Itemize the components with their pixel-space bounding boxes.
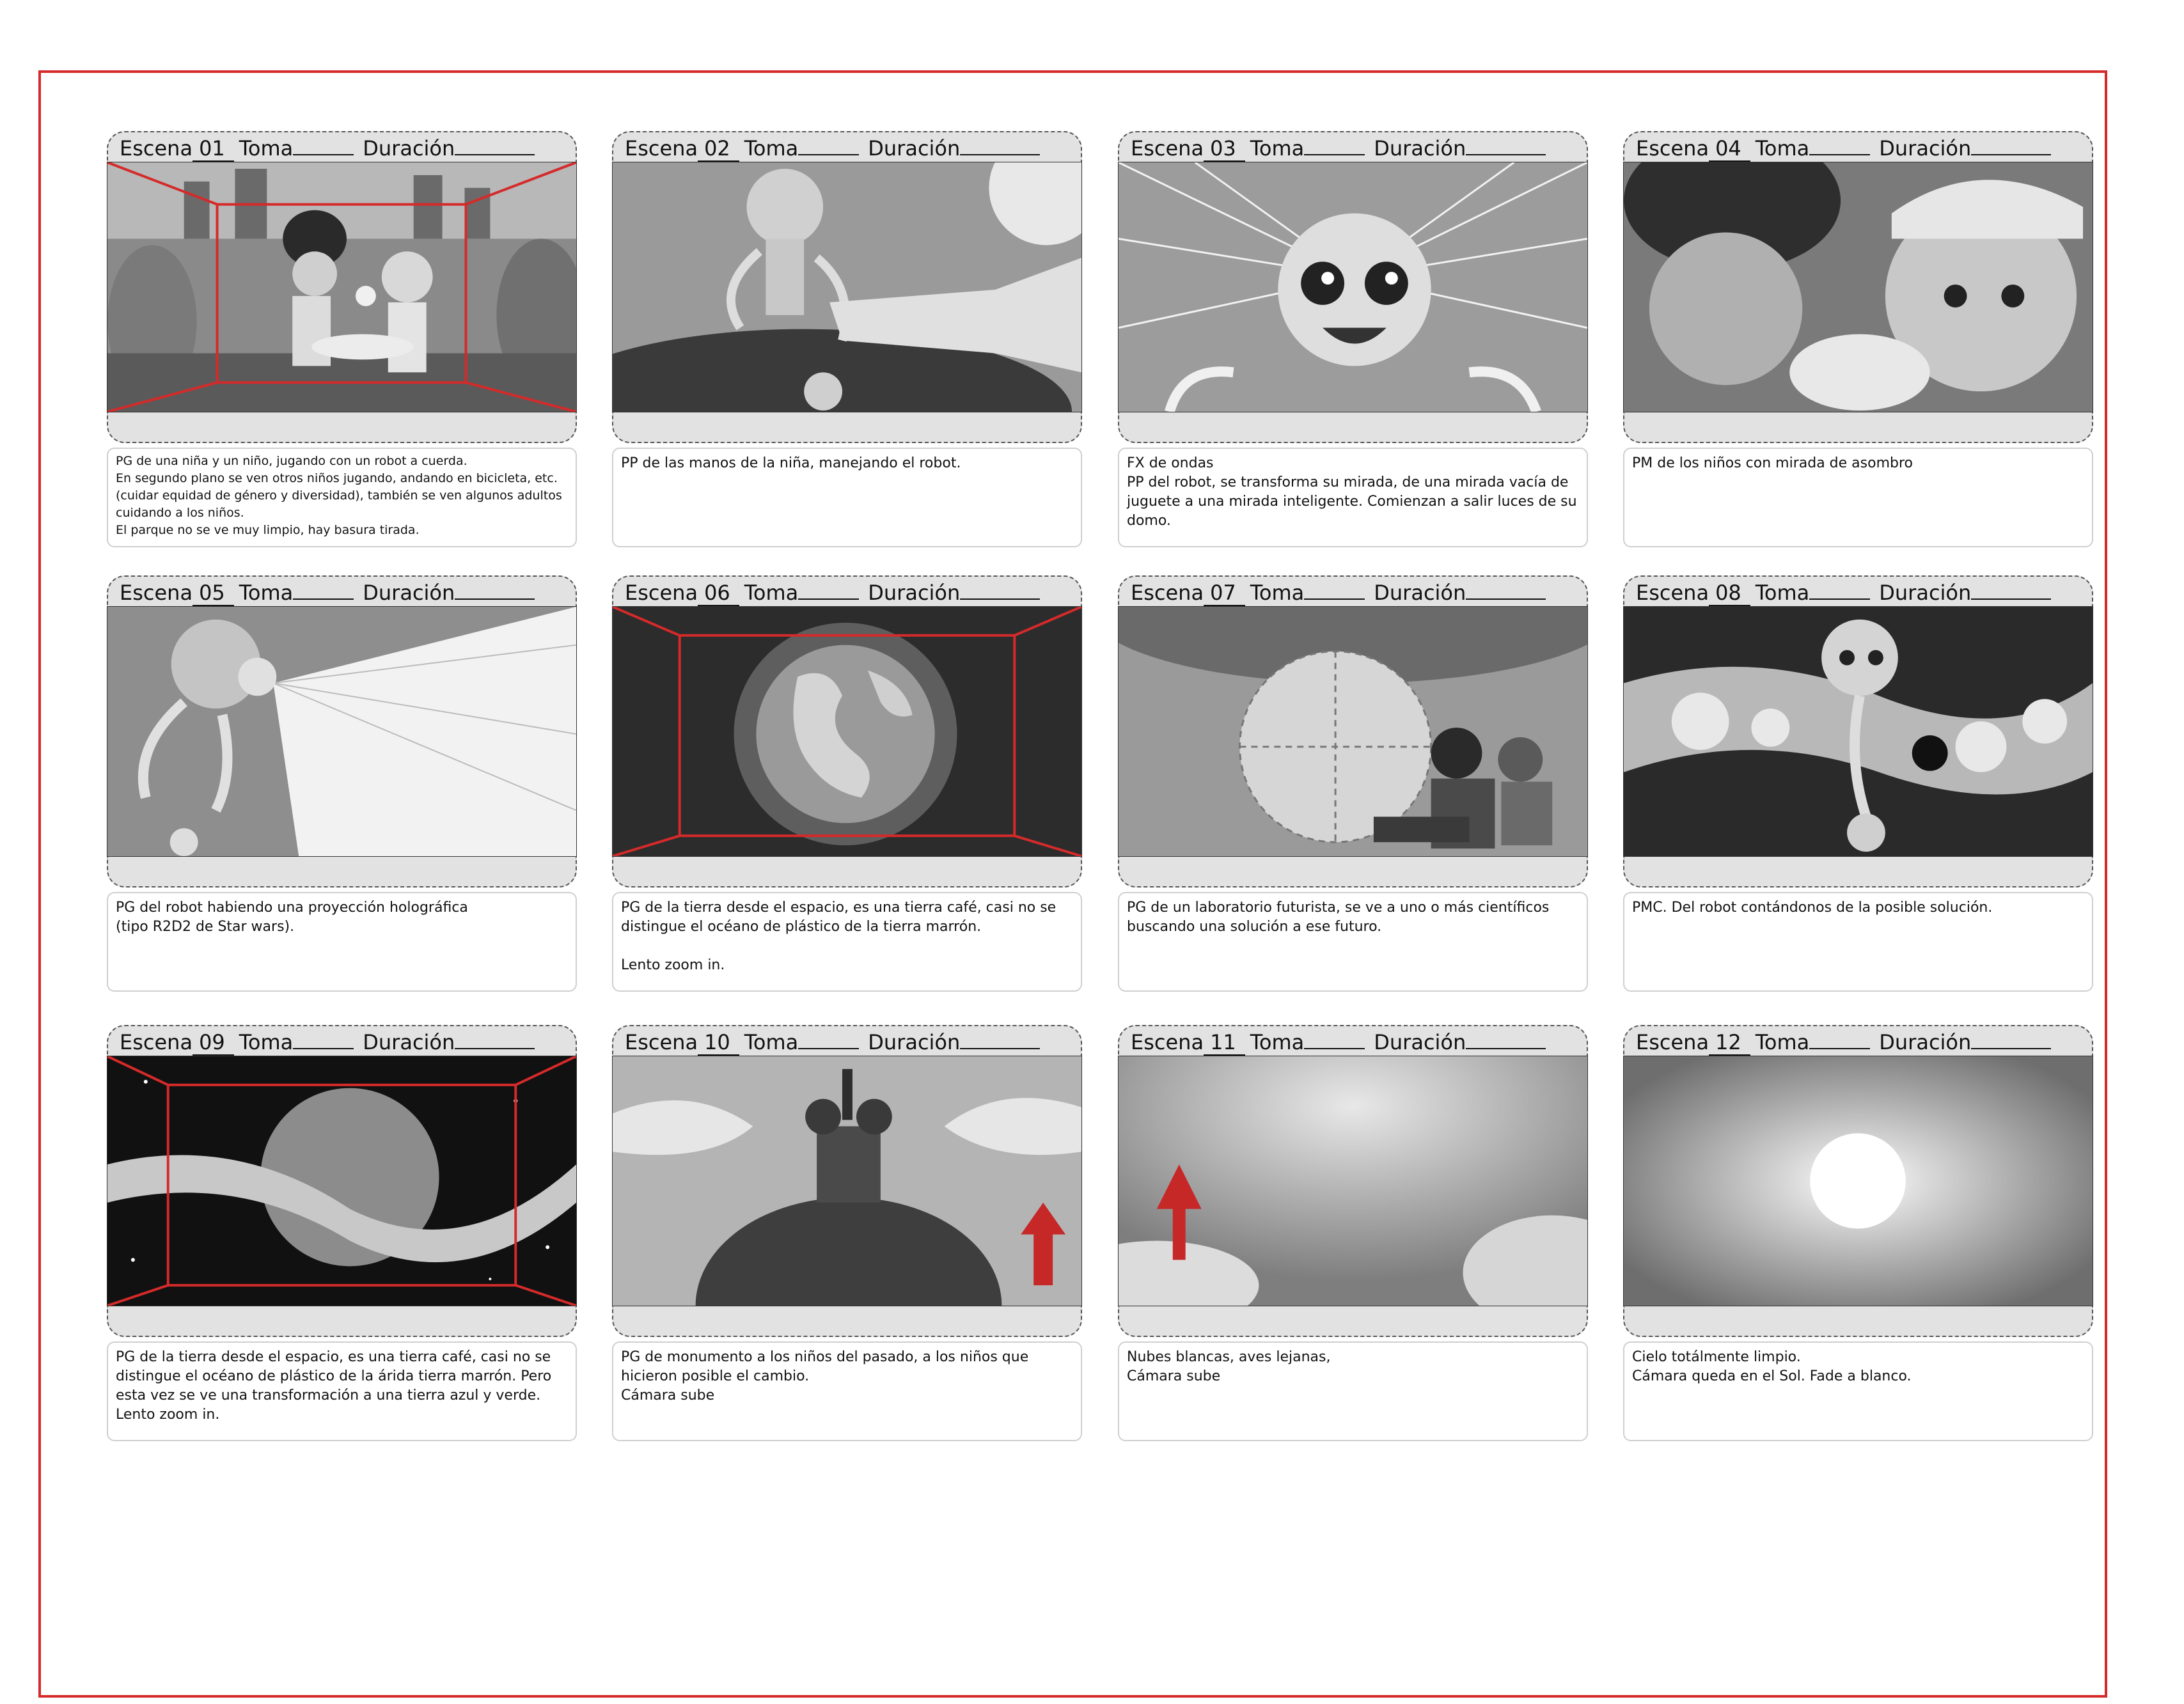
- scene-number: 04: [1709, 136, 1750, 162]
- scene-description: Cielo totálmente limpio. Cámara queda en…: [1623, 1341, 2093, 1441]
- storyboard-panel-06: Escena 06 Toma Duración PG de la tierra des…: [612, 575, 1082, 992]
- sketch-robot-face-fx: [1118, 162, 1588, 412]
- storyboard-panel-01: Escena 01 Toma Duración PG de una niña y un…: [107, 131, 577, 547]
- scene-number: 02: [698, 136, 739, 162]
- scene-description: PG de una niña y un niño, jugando con un…: [107, 448, 577, 547]
- panel-header: Escena 10 Toma Duración: [612, 1025, 1082, 1056]
- panel-footer: [1118, 857, 1588, 887]
- storyboard-panel-04: Escena 04 Toma Duración PM de los niños con…: [1623, 131, 2093, 547]
- scene-number: 10: [698, 1030, 739, 1056]
- panel-footer: [1623, 1306, 2093, 1337]
- scene-number: 12: [1709, 1030, 1750, 1056]
- storyboard-panel-05: Escena 05 Toma Duración PG del robot habien…: [107, 575, 577, 992]
- scene-number: 11: [1204, 1030, 1245, 1056]
- panel-header: Escena 08 Toma Duración: [1623, 575, 2093, 606]
- panel-footer: [612, 857, 1082, 887]
- scene-number: 03: [1204, 136, 1245, 162]
- sketch-clouds-birds: [1118, 1056, 1588, 1306]
- storyboard-panel-11: Escena 11 Toma Duración Nubes blancas, aves…: [1118, 1025, 1588, 1441]
- panel-footer: [1623, 857, 2093, 887]
- panel-footer: [107, 857, 577, 887]
- scene-description: PP de las manos de la niña, manejando el…: [612, 448, 1082, 547]
- sketch-robot-hologram: [107, 606, 577, 857]
- scene-number: 07: [1204, 581, 1245, 606]
- panel-footer: [107, 1306, 577, 1337]
- panel-header: Escena 09 Toma Duración: [107, 1025, 577, 1056]
- panel-header: Escena 01 Toma Duración: [107, 131, 577, 162]
- sketch-monument: [612, 1056, 1082, 1306]
- scene-number: 09: [192, 1030, 234, 1056]
- panel-header: Escena 04 Toma Duración: [1623, 131, 2093, 162]
- storyboard-panel-08: Escena 08 Toma Duración PMC. Del robot cont…: [1623, 575, 2093, 992]
- scene-description: PM de los niños con mirada de asombro: [1623, 448, 2093, 547]
- panel-footer: [107, 412, 577, 443]
- panel-footer: [612, 1306, 1082, 1337]
- panel-footer: [1623, 412, 2093, 443]
- scene-description: PG del robot habiendo una proyección hol…: [107, 892, 577, 992]
- storyboard-panel-12: Escena 12 Toma Duración Cielo totálmente li…: [1623, 1025, 2093, 1441]
- panel-header: Escena 12 Toma Duración: [1623, 1025, 2093, 1056]
- panel-header: Escena 05 Toma Duración: [107, 575, 577, 606]
- sketch-hands-robot: [612, 162, 1082, 412]
- storyboard-panel-07: Escena 07 Toma Duración PG de un laboratori…: [1118, 575, 1588, 992]
- sketch-earth-transform: [107, 1056, 577, 1306]
- scene-description: PMC. Del robot contándonos de la posible…: [1623, 892, 2093, 992]
- storyboard-panel-02: Escena 02 Toma Duración PP de las manos de …: [612, 131, 1082, 547]
- panel-header: Escena 07 Toma Duración: [1118, 575, 1588, 606]
- scene-description: PG de la tierra desde el espacio, es una…: [612, 892, 1082, 992]
- scene-description: PG de la tierra desde el espacio, es una…: [107, 1341, 577, 1441]
- scene-number: 06: [698, 581, 739, 606]
- sketch-clear-sky-sun: [1623, 1056, 2093, 1306]
- sketch-robot-explains: [1623, 606, 2093, 857]
- storyboard-panel-10: Escena 10 Toma Duración PG de monumento a l…: [612, 1025, 1082, 1441]
- scene-description: PG de un laboratorio futurista, se ve a …: [1118, 892, 1588, 992]
- storyboard-panel-09: Escena 09 Toma Duración PG de la tierra des…: [107, 1025, 577, 1441]
- scene-description: FX de ondas PP del robot, se transforma …: [1118, 448, 1588, 547]
- panel-header: Escena 03 Toma Duración: [1118, 131, 1588, 162]
- scene-description: PG de monumento a los niños del pasado, …: [612, 1341, 1082, 1441]
- panel-footer: [612, 412, 1082, 443]
- panel-footer: [1118, 412, 1588, 443]
- scene-description: Nubes blancas, aves lejanas, Cámara sube: [1118, 1341, 1588, 1441]
- scene-number: 01: [192, 136, 234, 162]
- sketch-lab-scientists: [1118, 606, 1588, 857]
- sketch-park-kids-robot: [107, 162, 577, 412]
- panel-header: Escena 06 Toma Duración: [612, 575, 1082, 606]
- scene-number: 08: [1709, 581, 1750, 606]
- panel-footer: [1118, 1306, 1588, 1337]
- panel-header: Escena 11 Toma Duración: [1118, 1025, 1588, 1056]
- storyboard-panel-03: Escena 03 Toma Duración FX de ondas PP del …: [1118, 131, 1588, 547]
- sketch-kids-amazed: [1623, 162, 2093, 412]
- sketch-earth-space: [612, 606, 1082, 857]
- scene-number: 05: [192, 581, 234, 606]
- panel-header: Escena 02 Toma Duración: [612, 131, 1082, 162]
